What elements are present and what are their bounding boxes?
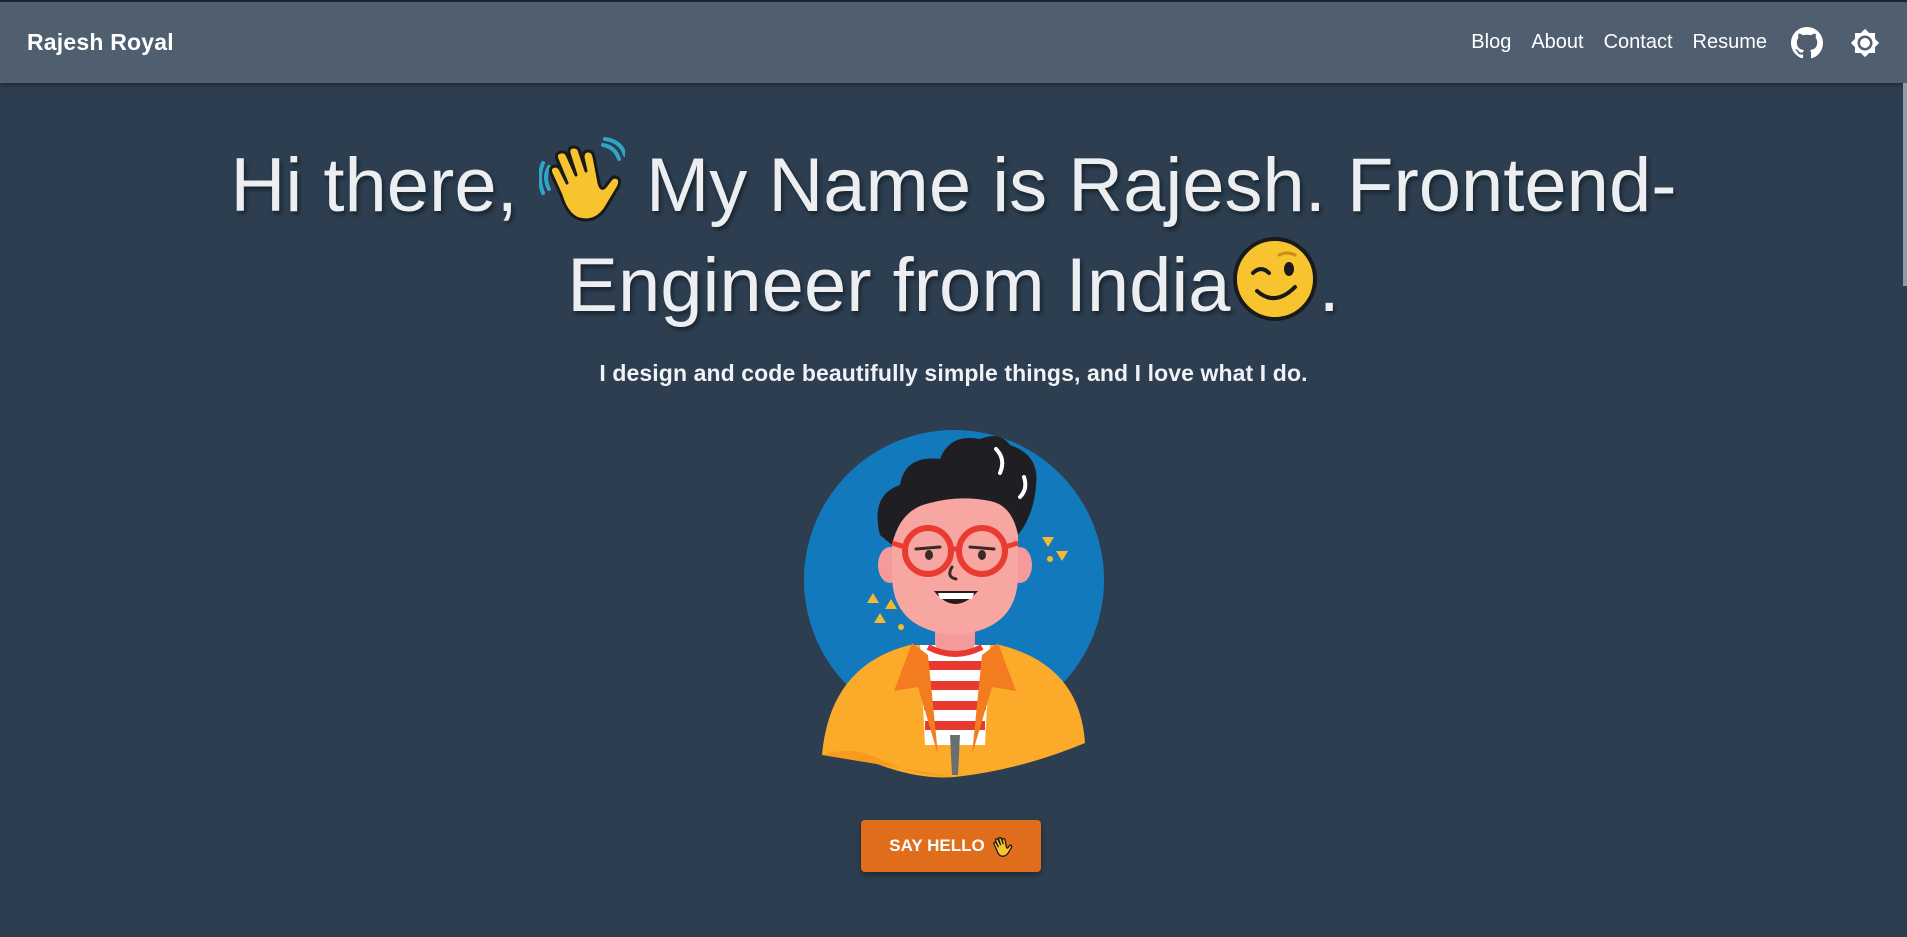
github-icon[interactable] (1791, 26, 1823, 59)
hero-subtitle: I design and code beautifully simple thi… (599, 360, 1308, 386)
theme-toggle-icon[interactable] (1849, 27, 1881, 59)
hero-title-part2: My Name is Rajesh. Frontend- (645, 143, 1677, 228)
hero-title-part4: . (1318, 243, 1340, 328)
nav-link-about[interactable]: About (1531, 31, 1583, 54)
say-hello-button[interactable]: SAY HELLO (861, 820, 1041, 872)
navbar: Rajesh Royal Blog About Contact Resume (0, 2, 1907, 83)
nav-link-resume[interactable]: Resume (1693, 31, 1767, 54)
say-hello-label: SAY HELLO (889, 836, 985, 855)
hero-title: Hi there, My Name is Rajesh. Frontend- E… (0, 137, 1907, 335)
hero-title-part1: Hi there, (230, 143, 518, 228)
hero-title-part3: Engineer from India (567, 243, 1231, 328)
waving-hand-icon (538, 137, 625, 223)
nav-link-blog[interactable]: Blog (1471, 31, 1511, 54)
brand-logo[interactable]: Rajesh Royal (27, 29, 174, 56)
waving-hand-icon (991, 835, 1013, 857)
nav-link-contact[interactable]: Contact (1604, 31, 1673, 54)
avatar-illustration (800, 425, 1110, 780)
nav-menu: Blog About Contact Resume (1471, 26, 1881, 59)
winking-face-icon (1231, 235, 1319, 323)
